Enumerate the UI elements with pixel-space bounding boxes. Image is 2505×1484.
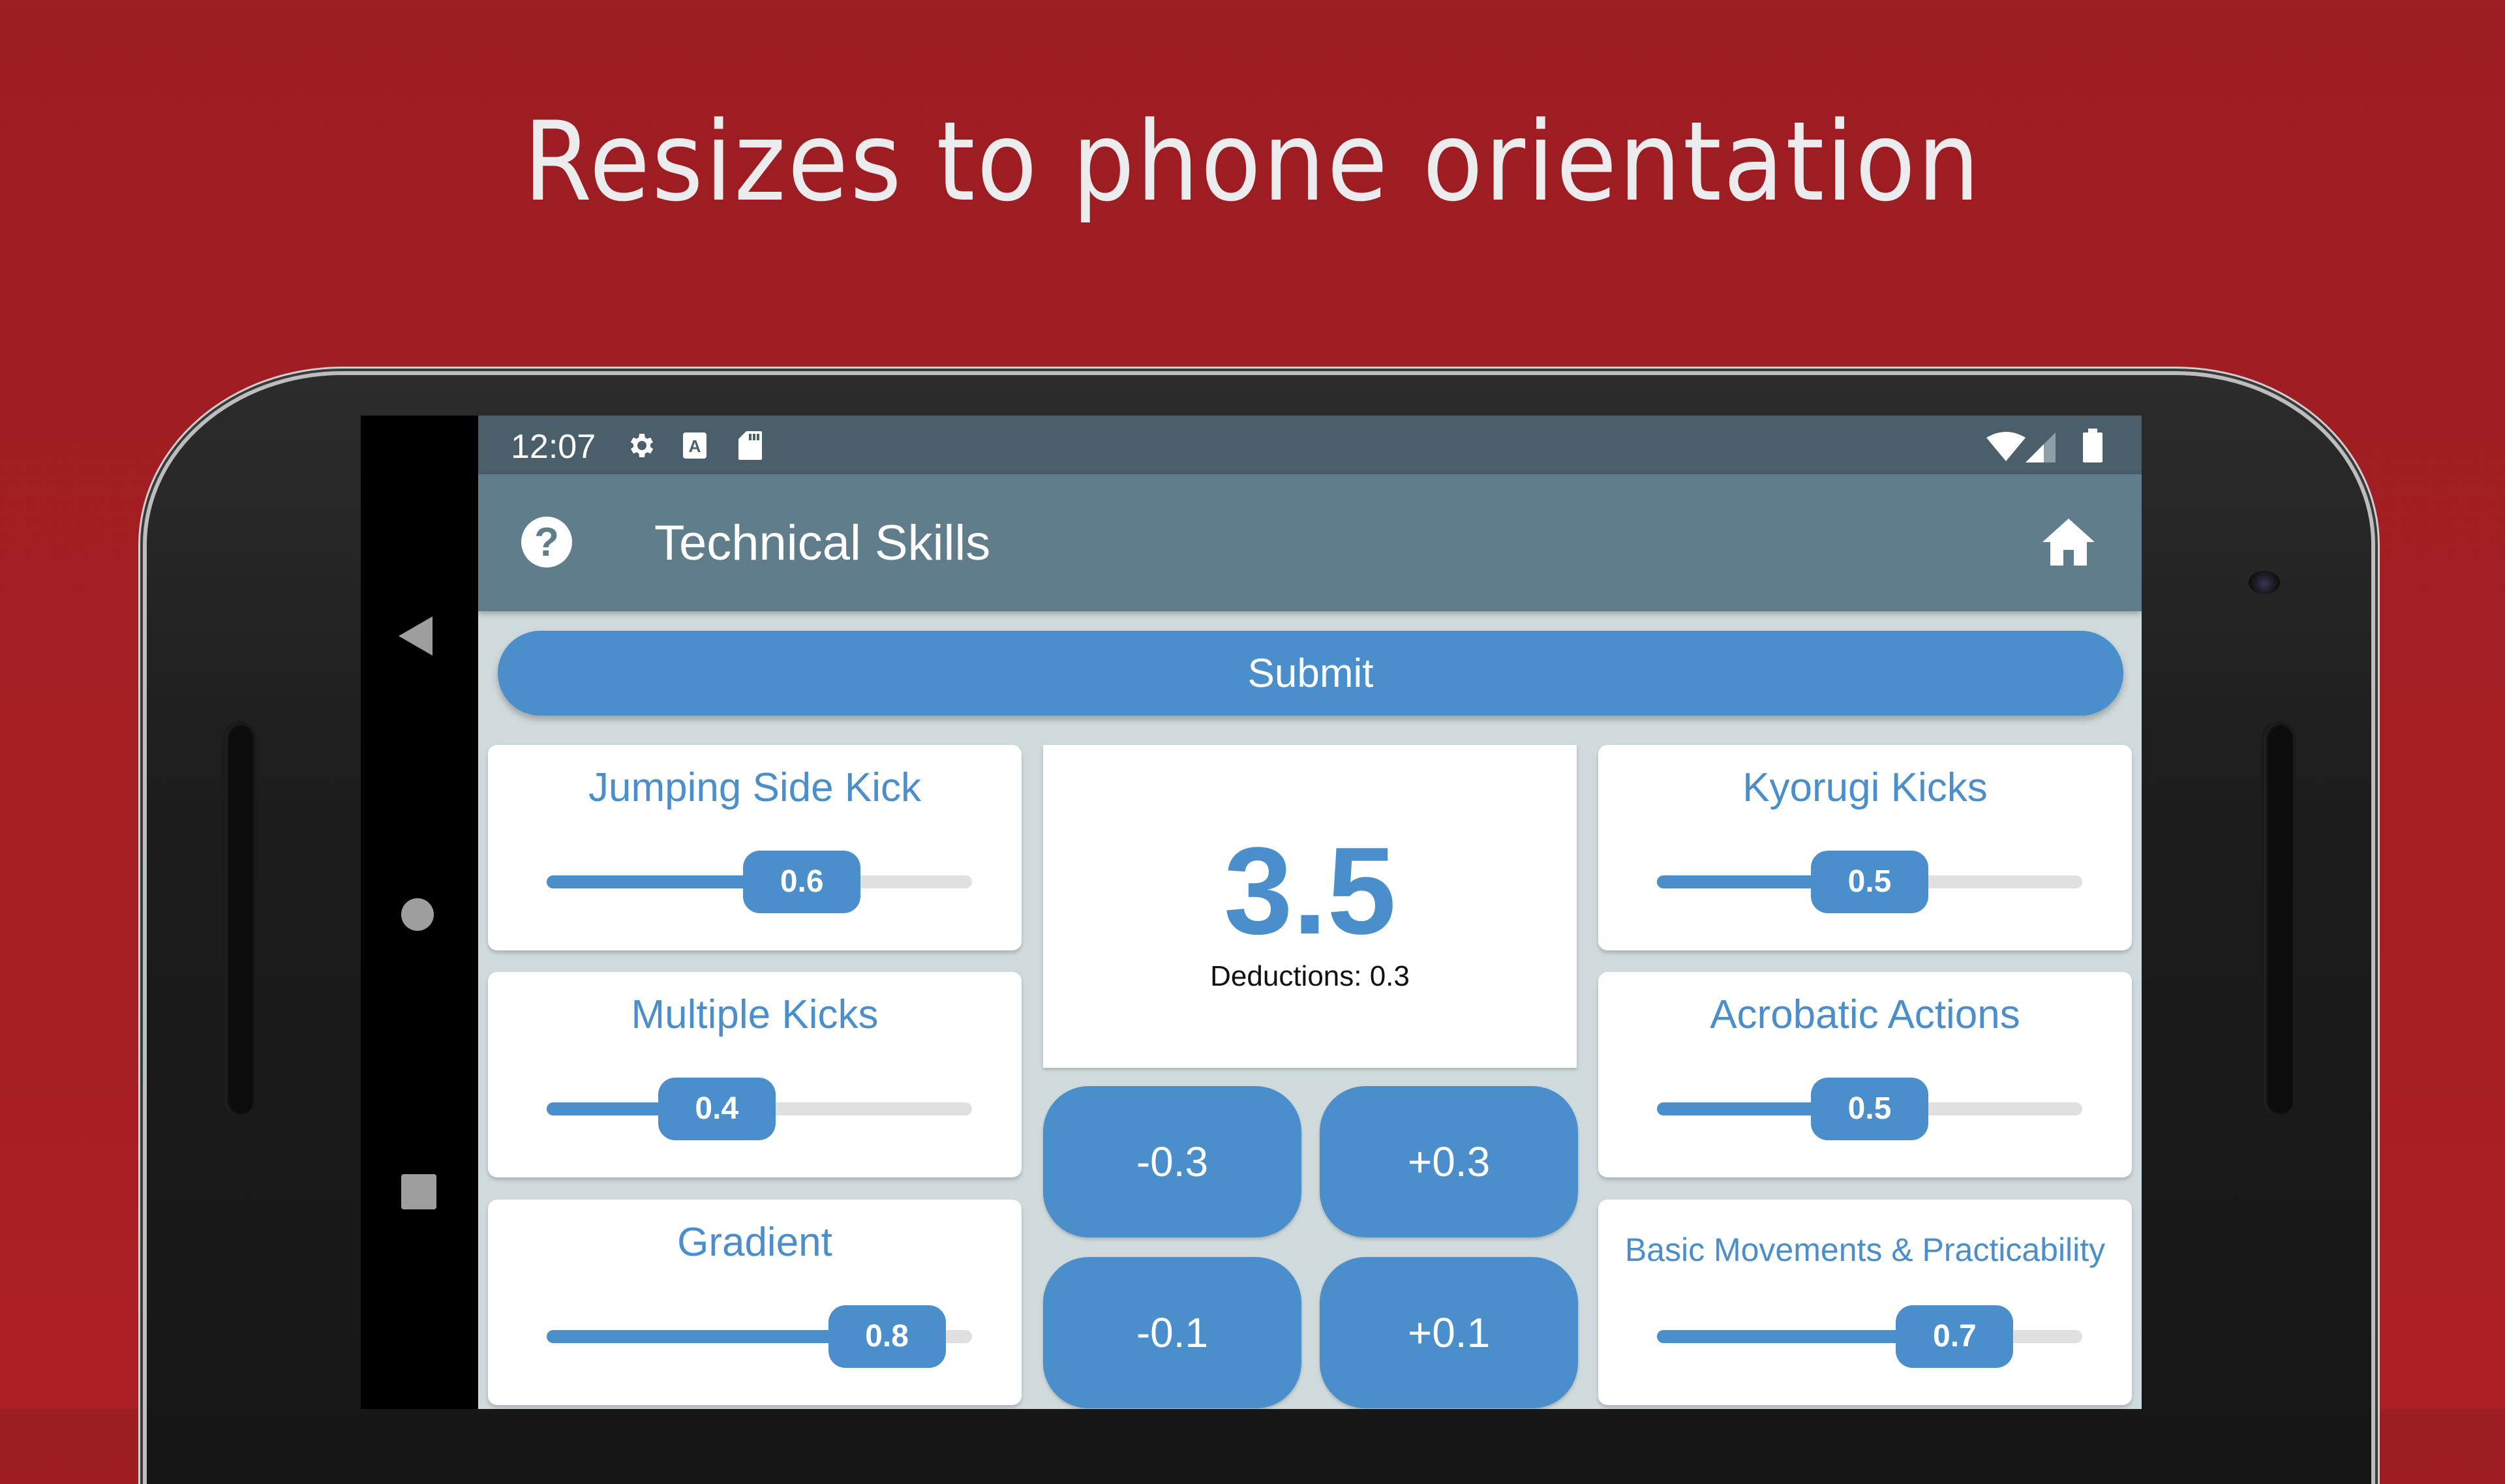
kyorugi-kicks-slider[interactable]: 0.5	[1657, 851, 2082, 913]
plus-0-1-button[interactable]: +0.1	[1320, 1257, 1578, 1408]
front-camera	[2249, 571, 2280, 594]
help-icon[interactable]: ?	[521, 517, 572, 568]
home-icon[interactable]	[2042, 519, 2095, 566]
sd-card-icon	[737, 430, 763, 464]
slider-label: Multiple Kicks	[631, 992, 879, 1037]
speaker-grille-right	[2264, 724, 2293, 1115]
battery-icon	[2083, 429, 2103, 466]
headline: Resizes to phone orientation	[523, 98, 1982, 226]
slider-label: Gradient	[677, 1220, 832, 1265]
wifi-icon	[1986, 431, 2026, 464]
signal-icon	[2026, 432, 2056, 466]
minus-0-3-button[interactable]: -0.3	[1043, 1086, 1301, 1237]
svg-text:A: A	[689, 436, 701, 456]
gradient-slider[interactable]: 0.8	[547, 1305, 972, 1368]
slider-label: Basic Movements & Practicability	[1624, 1232, 2106, 1268]
submit-button[interactable]: Submit	[498, 631, 2123, 716]
app-bar: ? Technical Skills	[478, 474, 2142, 611]
score-value: 3.5	[1223, 822, 1397, 960]
slider-card-basic-movements: Basic Movements & Practicability 0.7	[1598, 1200, 2132, 1405]
minus-0-1-button[interactable]: -0.1	[1043, 1257, 1301, 1408]
home-circle-icon[interactable]	[401, 898, 434, 931]
slider-card-kyorugi-kicks: Kyorugi Kicks 0.5	[1598, 745, 2132, 950]
slider-thumb[interactable]: 0.7	[1896, 1305, 2014, 1368]
acrobatic-actions-slider[interactable]: 0.5	[1657, 1078, 2082, 1140]
navigation-bar	[361, 416, 478, 1409]
slider-label: Kyorugi Kicks	[1742, 765, 1988, 810]
slider-card-acrobatic-actions: Acrobatic Actions 0.5	[1598, 972, 2132, 1177]
page-title: Technical Skills	[654, 515, 991, 571]
recents-icon[interactable]	[401, 1174, 436, 1209]
slider-thumb[interactable]: 0.5	[1811, 1078, 1928, 1140]
plus-0-3-button[interactable]: +0.3	[1320, 1086, 1578, 1237]
back-icon[interactable]	[399, 616, 433, 656]
basic-movements-slider[interactable]: 0.7	[1657, 1305, 2082, 1368]
status-time: 12:07	[511, 428, 596, 466]
slider-thumb[interactable]: 0.6	[743, 851, 861, 913]
deductions-text: Deductions: 0.3	[1210, 960, 1410, 992]
score-card: 3.5 Deductions: 0.3	[1043, 745, 1577, 1068]
slider-label: Jumping Side Kick	[588, 765, 922, 810]
speaker-grille-left	[225, 724, 254, 1115]
app-screen: 12:07 A ? Technical Skills Submit Jumpin…	[478, 416, 2142, 1409]
slider-card-multiple-kicks: Multiple Kicks 0.4	[488, 972, 1022, 1177]
gear-icon	[625, 430, 656, 464]
slider-thumb[interactable]: 0.4	[658, 1078, 776, 1140]
slider-thumb[interactable]: 0.8	[828, 1305, 946, 1368]
multiple-kicks-slider[interactable]: 0.4	[547, 1078, 972, 1140]
slider-card-gradient: Gradient 0.8	[488, 1200, 1022, 1405]
slider-thumb[interactable]: 0.5	[1811, 851, 1928, 913]
status-bar: 12:07 A	[478, 416, 2142, 474]
slider-label: Acrobatic Actions	[1710, 992, 2020, 1037]
font-a-icon: A	[682, 430, 708, 464]
jumping-side-kick-slider[interactable]: 0.6	[547, 851, 972, 913]
slider-card-jumping-side-kick: Jumping Side Kick 0.6	[488, 745, 1022, 950]
